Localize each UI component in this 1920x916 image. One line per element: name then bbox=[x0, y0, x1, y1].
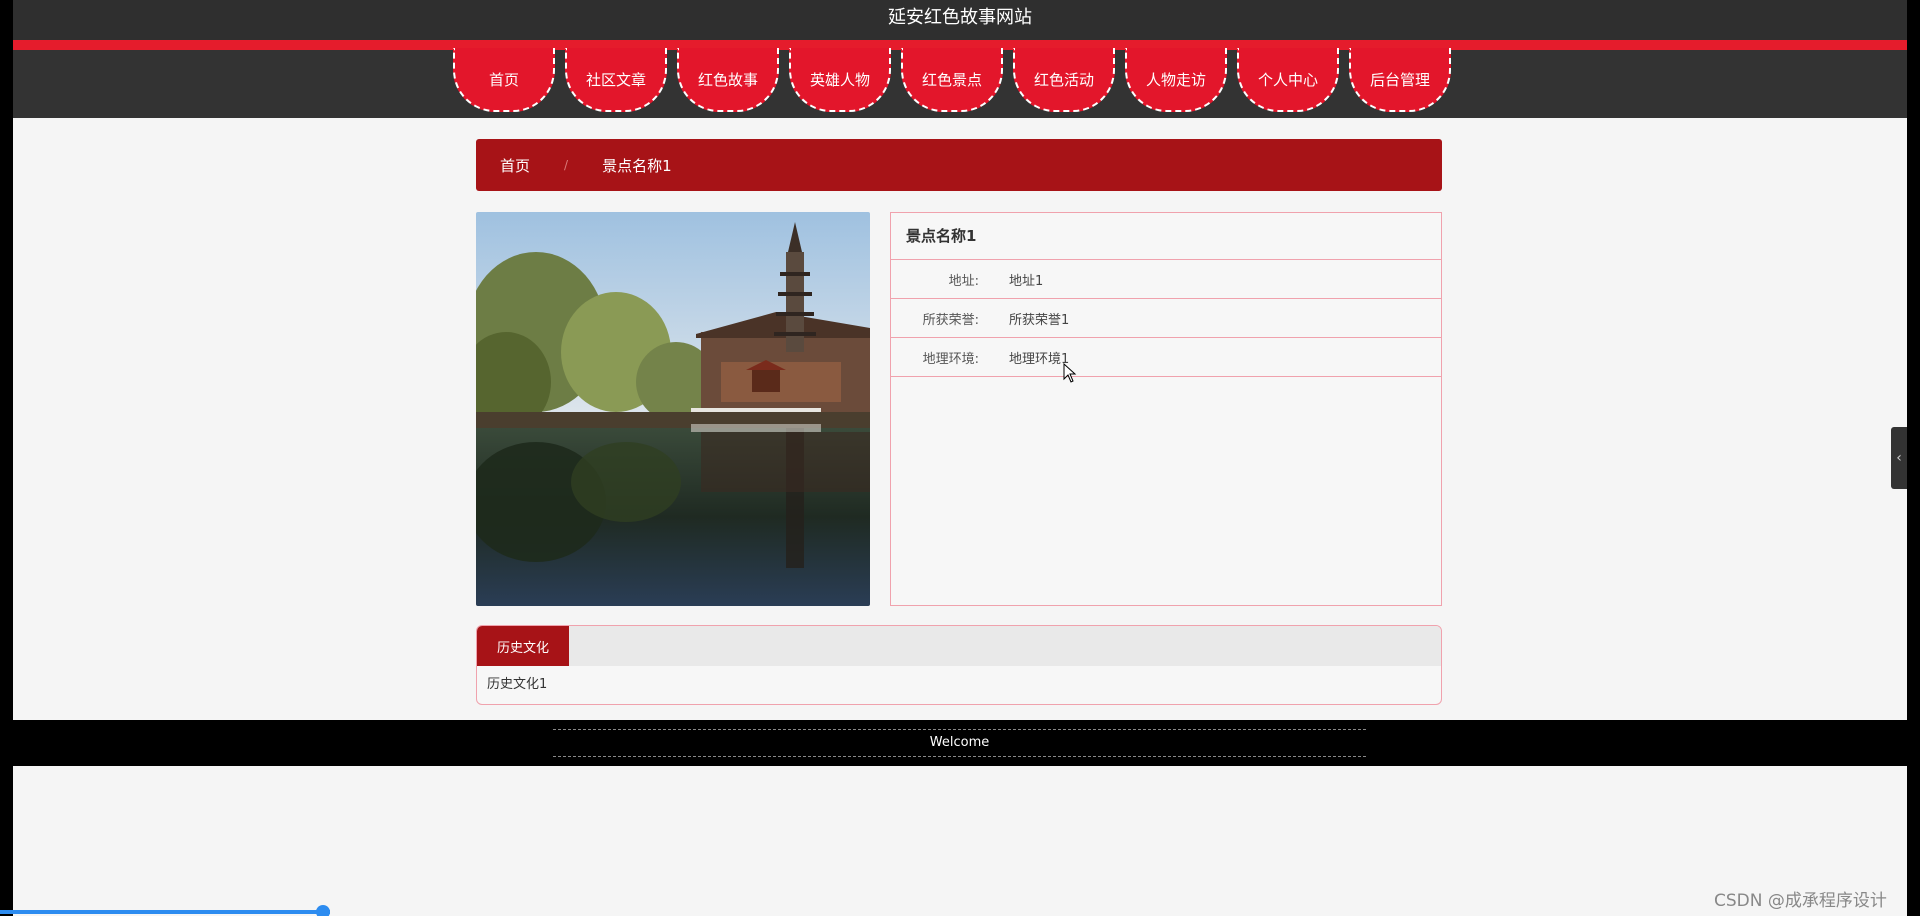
side-panel-toggle[interactable]: ‹ bbox=[1891, 427, 1907, 489]
info-label: 地理环境: bbox=[922, 351, 979, 367]
info-value: 所获荣誉1 bbox=[1009, 312, 1070, 328]
nav-item-heroes[interactable]: 英雄人物 bbox=[789, 48, 891, 112]
nav-item-red-stories[interactable]: 红色故事 bbox=[677, 48, 779, 112]
info-value: 地理环境1 bbox=[1009, 351, 1070, 367]
nav-item-home[interactable]: 首页 bbox=[453, 48, 555, 112]
pagoda-lake-image bbox=[476, 212, 870, 606]
breadcrumb: 首页 / 景点名称1 bbox=[476, 139, 1442, 191]
navbar: 首页 社区文章 红色故事 英雄人物 红色景点 红色活动 人物走访 个人中心 后台… bbox=[13, 48, 1907, 118]
info-label: 地址: bbox=[948, 273, 979, 289]
video-progress-handle[interactable] bbox=[316, 905, 330, 916]
page: 延安红色故事网站 首页 社区文章 红色故事 英雄人物 红色景点 红色活动 人物走… bbox=[13, 0, 1907, 916]
footer-text: Welcome bbox=[553, 729, 1366, 757]
detail-tabs: 历史文化 历史文化1 bbox=[476, 625, 1442, 705]
nav-item-red-attractions[interactable]: 红色景点 bbox=[901, 48, 1003, 112]
info-value: 地址1 bbox=[1009, 273, 1044, 289]
watermark: CSDN @成承程序设计 bbox=[1714, 891, 1887, 911]
attraction-photo bbox=[476, 212, 870, 606]
info-label: 所获荣誉: bbox=[922, 312, 979, 328]
page-bottom-area bbox=[13, 766, 1907, 916]
nav-item-admin[interactable]: 后台管理 bbox=[1349, 48, 1451, 112]
tab-content: 历史文化1 bbox=[487, 677, 548, 692]
viewport: 延安红色故事网站 首页 社区文章 红色故事 英雄人物 红色景点 红色活动 人物走… bbox=[0, 0, 1920, 916]
info-row-geography: 地理环境: 地理环境1 bbox=[891, 338, 1441, 377]
footer: Welcome bbox=[13, 720, 1907, 766]
info-row-address: 地址: 地址1 bbox=[891, 260, 1441, 299]
main-nav: 首页 社区文章 红色故事 英雄人物 红色景点 红色活动 人物走访 个人中心 后台… bbox=[453, 48, 1451, 118]
breadcrumb-home-link[interactable]: 首页 bbox=[500, 155, 530, 176]
nav-item-red-activities[interactable]: 红色活动 bbox=[1013, 48, 1115, 112]
attraction-name: 景点名称1 bbox=[891, 213, 1441, 260]
nav-item-community-articles[interactable]: 社区文章 bbox=[565, 48, 667, 112]
nav-item-interviews[interactable]: 人物走访 bbox=[1125, 48, 1227, 112]
breadcrumb-separator: / bbox=[564, 158, 569, 172]
nav-item-personal-center[interactable]: 个人中心 bbox=[1237, 48, 1339, 112]
video-progress-bar[interactable] bbox=[0, 910, 330, 914]
site-title: 延安红色故事网站 bbox=[13, 0, 1907, 40]
mouse-cursor-icon bbox=[1063, 363, 1077, 383]
tabs-header: 历史文化 bbox=[477, 626, 1441, 666]
main-content: 首页 / 景点名称1 景点名称1 地址: 地址1 所获荣誉: 所获荣誉1 地理环… bbox=[13, 118, 1907, 718]
tab-history-culture[interactable]: 历史文化 bbox=[477, 626, 569, 666]
breadcrumb-current: 景点名称1 bbox=[602, 156, 672, 175]
attraction-info-panel: 景点名称1 地址: 地址1 所获荣誉: 所获荣誉1 地理环境: 地理环境1 bbox=[890, 212, 1442, 606]
info-row-honors: 所获荣誉: 所获荣誉1 bbox=[891, 299, 1441, 338]
chevron-left-icon: ‹ bbox=[1896, 450, 1902, 466]
